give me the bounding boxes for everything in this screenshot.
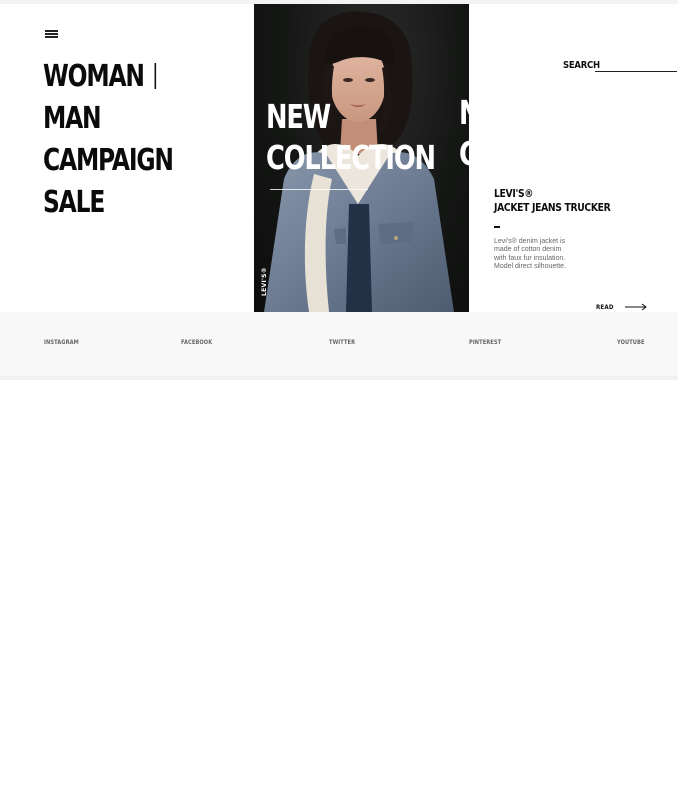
pinterest-link[interactable]: PINTEREST <box>469 339 501 346</box>
bottom-border <box>0 376 678 380</box>
next-slide-title[interactable]: N C <box>459 92 469 182</box>
nav-item-man[interactable]: MAN <box>43 98 173 140</box>
hero-title-line-2: COLLECTION <box>266 138 436 177</box>
next-slide-line-1: N <box>459 92 469 133</box>
product-brand: LEVI'S® <box>494 187 534 200</box>
read-button[interactable]: READ <box>596 303 647 311</box>
twitter-link[interactable]: TWITTER <box>329 339 355 346</box>
main-nav: WOMAN MAN CAMPAIGN SALE <box>43 56 209 224</box>
product-description: Levi's® denim jacket is made of cotton d… <box>494 237 566 271</box>
nav-item-sale[interactable]: SALE <box>43 182 173 224</box>
social-links-bar: INSTAGRAM FACEBOOK TWITTER PINTEREST YOU… <box>0 312 678 376</box>
read-label: READ <box>596 303 614 311</box>
search-input[interactable] <box>595 60 677 72</box>
hero-title-line-1: NEW <box>266 97 331 136</box>
instagram-link[interactable]: INSTAGRAM <box>44 339 79 346</box>
nav-item-woman[interactable]: WOMAN <box>43 56 173 98</box>
nav-item-campaign[interactable]: CAMPAIGN <box>43 140 174 182</box>
product-name: JACKET JEANS TRUCKER <box>494 201 611 214</box>
youtube-link[interactable]: YOUTUBE <box>617 339 645 346</box>
hero-brand-vertical: LEVI'S® <box>261 266 268 296</box>
hero-divider <box>270 189 368 190</box>
hamburger-menu-icon[interactable] <box>45 30 58 38</box>
hero-title: NEW COLLECTION <box>266 96 436 178</box>
arrow-right-icon <box>624 303 647 311</box>
product-info: LEVI'S® JACKET JEANS TRUCKER Levi's® den… <box>494 187 674 272</box>
facebook-link[interactable]: FACEBOOK <box>181 339 212 346</box>
next-slide-line-2: C <box>459 133 469 174</box>
hero-banner[interactable]: NEW COLLECTION LEVI'S® <box>254 4 469 312</box>
product-dash <box>494 226 500 228</box>
